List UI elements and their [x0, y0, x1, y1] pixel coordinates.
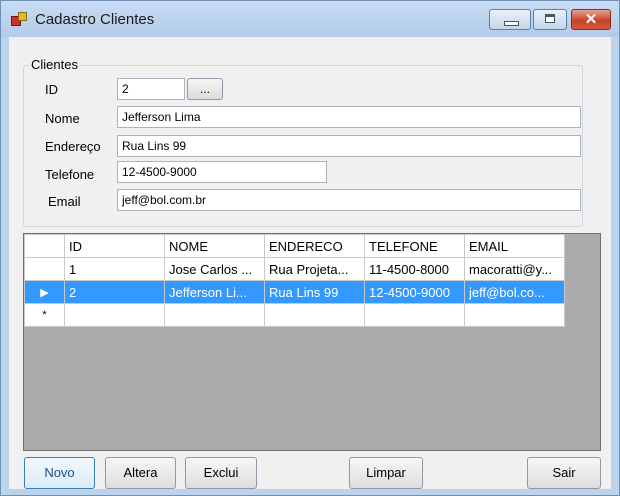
column-header-nome[interactable]: NOME	[164, 234, 265, 258]
column-header-email[interactable]: EMAIL	[464, 234, 565, 258]
limpar-button[interactable]: Limpar	[349, 457, 423, 489]
grid-cell[interactable]: 2	[64, 280, 165, 304]
grid-cell[interactable]: Jefferson Li...	[164, 280, 265, 304]
grid-cell[interactable]: macoratti@y...	[464, 257, 565, 281]
minimize-button[interactable]	[489, 9, 531, 30]
clientes-grid[interactable]: ID NOME ENDERECO TELEFONE EMAIL 1 Jose C…	[23, 233, 601, 451]
telefone-input[interactable]	[117, 161, 327, 183]
title-bar[interactable]: Cadastro Clientes ✕	[1, 1, 619, 37]
endereco-input[interactable]	[117, 135, 581, 157]
window-title: Cadastro Clientes	[35, 11, 155, 28]
grid-cell[interactable]	[264, 303, 365, 327]
new-row-asterisk-icon[interactable]: *	[24, 303, 65, 327]
grid-cell[interactable]: jeff@bol.co...	[464, 280, 565, 304]
main-window: Cadastro Clientes ✕ Clientes ID ... Nome…	[0, 0, 620, 496]
grid-cell[interactable]	[64, 303, 165, 327]
grid-corner-header[interactable]	[24, 234, 65, 258]
exclui-button[interactable]: Exclui	[185, 457, 257, 489]
grid-cell[interactable]: Jose Carlos ...	[164, 257, 265, 281]
grid-cell[interactable]	[464, 303, 565, 327]
grid-table: ID NOME ENDERECO TELEFONE EMAIL 1 Jose C…	[24, 234, 565, 327]
email-input[interactable]	[117, 189, 581, 211]
close-button[interactable]: ✕	[571, 9, 611, 30]
endereco-label: Endereço	[45, 139, 101, 154]
grid-cell[interactable]: 1	[64, 257, 165, 281]
app-icon	[11, 12, 27, 26]
grid-header-row: ID NOME ENDERECO TELEFONE EMAIL	[24, 234, 565, 258]
row-header[interactable]	[24, 257, 65, 281]
novo-button[interactable]: Novo	[24, 457, 95, 489]
table-row[interactable]: 1 Jose Carlos ... Rua Projeta... 11-4500…	[24, 257, 565, 281]
groupbox-title: Clientes	[29, 57, 80, 72]
new-row[interactable]: *	[24, 303, 565, 327]
client-area: Clientes ID ... Nome Endereço Telefone E…	[9, 37, 611, 489]
minimize-icon	[504, 21, 519, 26]
grid-cell[interactable]: Rua Projeta...	[264, 257, 365, 281]
close-icon: ✕	[584, 11, 598, 28]
column-header-endereco[interactable]: ENDERECO	[264, 234, 365, 258]
grid-cell[interactable]: 12-4500-9000	[364, 280, 465, 304]
nome-input[interactable]	[117, 106, 581, 128]
column-header-telefone[interactable]: TELEFONE	[364, 234, 465, 258]
row-header-current-icon[interactable]: ▶	[24, 280, 65, 304]
grid-cell[interactable]	[364, 303, 465, 327]
id-label: ID	[45, 82, 58, 97]
nome-label: Nome	[45, 111, 80, 126]
email-label: Email	[48, 194, 81, 209]
table-row-selected[interactable]: ▶ 2 Jefferson Li... Rua Lins 99 12-4500-…	[24, 280, 565, 304]
grid-cell[interactable]	[164, 303, 265, 327]
sair-button[interactable]: Sair	[527, 457, 601, 489]
maximize-icon	[545, 14, 555, 23]
maximize-button[interactable]	[533, 9, 567, 30]
column-header-id[interactable]: ID	[64, 234, 165, 258]
id-input[interactable]	[117, 78, 185, 100]
altera-button[interactable]: Altera	[105, 457, 176, 489]
id-lookup-button[interactable]: ...	[187, 78, 223, 100]
grid-cell[interactable]: Rua Lins 99	[264, 280, 365, 304]
telefone-label: Telefone	[45, 167, 95, 182]
grid-cell[interactable]: 11-4500-8000	[364, 257, 465, 281]
